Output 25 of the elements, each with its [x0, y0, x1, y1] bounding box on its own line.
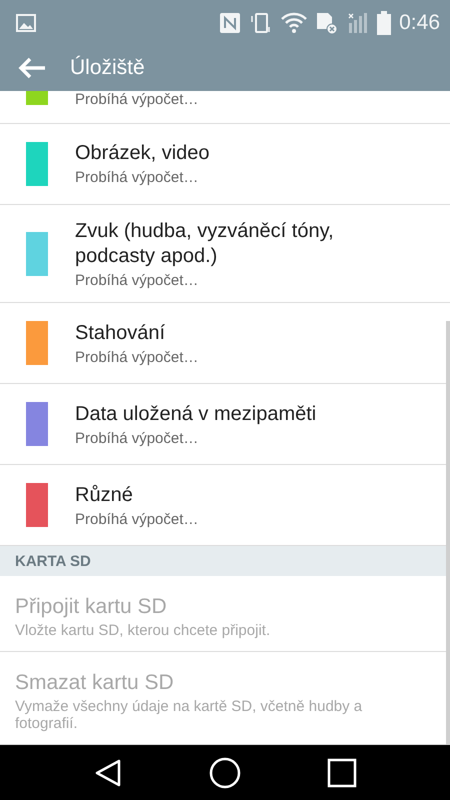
- category-title[interactable]: Obrázek, video: [75, 141, 210, 166]
- back-icon[interactable]: [93, 758, 123, 788]
- signal-icon: [347, 10, 370, 34]
- sim-card-icon: [315, 10, 340, 34]
- category-size: Probíhá výpočet…: [75, 430, 200, 447]
- category-size: Probíhá výpočet…: [75, 169, 200, 186]
- category-title[interactable]: Stahování: [75, 320, 198, 346]
- category-size: Probíhá výpočet…: [75, 91, 198, 108]
- category-size: Probíhá výpočet…: [75, 510, 198, 528]
- category-title[interactable]: Zvuk (hudba, vyzváněcí tóny, podcasty apod.): [75, 218, 375, 269]
- battery-icon: [377, 10, 392, 34]
- recent-apps-icon[interactable]: [327, 758, 357, 788]
- screen-title: Úložiště: [70, 56, 145, 80]
- category-title[interactable]: Různé: [75, 482, 198, 508]
- image-icon: [16, 14, 36, 32]
- setting-description: Vložte kartu SD, kterou chcete připojit.: [15, 622, 272, 639]
- clock-time: 0:46: [399, 10, 440, 34]
- back-arrow-icon[interactable]: [18, 57, 46, 79]
- home-icon[interactable]: [209, 756, 241, 788]
- setting-description: Vymaže všechny údaje na kartě SD, včetně hudby a fotografií.: [15, 698, 364, 732]
- category-size: Probíhá výpočet…: [75, 348, 198, 366]
- category-size: Probíhá výpočet…: [75, 272, 200, 289]
- wifi-icon: [281, 12, 308, 34]
- category-title[interactable]: Data uložená v mezipaměti: [75, 402, 316, 427]
- nfc-icon: [219, 12, 242, 34]
